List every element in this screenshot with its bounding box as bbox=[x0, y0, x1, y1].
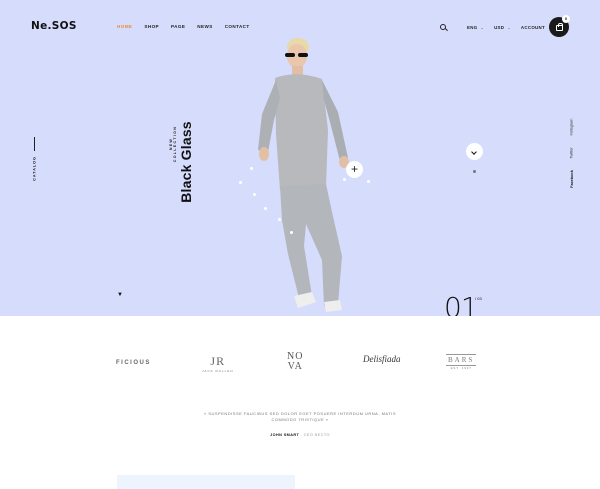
brand-script-logo[interactable]: Delisfiada bbox=[363, 354, 401, 364]
chevron-down-icon: ⌄ bbox=[507, 24, 511, 30]
currency-value: USD bbox=[494, 24, 505, 30]
catalog-divider bbox=[34, 137, 35, 151]
cart-count-badge: 0 bbox=[562, 15, 570, 23]
nav-shop[interactable]: SHOP bbox=[144, 24, 159, 29]
brand-nova-bottom: VA bbox=[287, 361, 303, 372]
testimonial-quote: « SUSPENDISSE FAUCIBUS SED DOLOR EGET PO… bbox=[204, 411, 396, 422]
nav-home[interactable]: HOME bbox=[117, 24, 132, 29]
sparkle-dot bbox=[253, 193, 256, 196]
brand-bars-logo[interactable]: BARS EST. 1997 bbox=[446, 354, 477, 370]
brand-nova-logo[interactable]: NO VA bbox=[287, 352, 303, 372]
slide-total: / 03 bbox=[475, 296, 482, 301]
shopping-bag-icon bbox=[555, 22, 563, 31]
sparkle-dot bbox=[278, 218, 281, 221]
header-tools: ENG ⌄ USD ⌄ ACCOUNT ⌄ bbox=[440, 24, 562, 30]
main-nav: HOME SHOP PAGE NEWS CONTACT bbox=[117, 24, 250, 29]
currency-dropdown[interactable]: USD ⌄ bbox=[494, 25, 511, 30]
sparkle-dot bbox=[250, 167, 253, 170]
sparkle-dot bbox=[367, 180, 370, 183]
account-label: ACCOUNT bbox=[520, 24, 545, 30]
brand-bars-mark: BARS bbox=[446, 354, 477, 366]
hero-title: Black Glass bbox=[178, 121, 194, 203]
sparkle-dot bbox=[264, 207, 267, 210]
brand-jr-name: JACK ROLLEN bbox=[202, 369, 234, 373]
sparkle-dot bbox=[290, 231, 293, 234]
brand-jr-mark: JR bbox=[210, 354, 226, 368]
nav-contact[interactable]: CONTACT bbox=[225, 24, 250, 29]
logo[interactable]: Ne.SOS bbox=[31, 20, 77, 32]
language-dropdown[interactable]: ENG ⌄ bbox=[467, 25, 484, 30]
social-twitter[interactable]: Twitter bbox=[570, 147, 574, 158]
promo-band bbox=[117, 475, 295, 489]
account-dropdown[interactable]: ACCOUNT ⌄ bbox=[521, 25, 552, 30]
slide-number: 01 bbox=[444, 291, 479, 317]
search-icon[interactable] bbox=[440, 24, 446, 30]
social-facebook[interactable]: Facebook bbox=[570, 170, 574, 188]
sparkle-dot bbox=[239, 181, 242, 184]
hero-banner: Ne.SOS HOME SHOP PAGE NEWS CONTACT ENG ⌄… bbox=[0, 0, 600, 316]
author-role: - CEO NECTO bbox=[300, 433, 330, 437]
chevron-down-icon: ⌄ bbox=[480, 24, 485, 30]
scroll-down-icon[interactable]: ▼ bbox=[117, 292, 123, 298]
author-name: JOHN SMART bbox=[270, 433, 300, 437]
brand-logos: FICIOUS JR JACK ROLLEN NO VA Delisfiada … bbox=[0, 345, 600, 385]
testimonial-author: JOHN SMART - CEO NECTO bbox=[200, 433, 400, 437]
social-links: Instagram Twitter Facebook bbox=[563, 119, 581, 188]
catalog-link[interactable]: CATALOG bbox=[32, 156, 37, 182]
slider-indicator[interactable] bbox=[473, 170, 476, 173]
hero-eyebrow: NEW COLLECTION bbox=[169, 125, 177, 163]
brand-ficious-logo[interactable]: FICIOUS bbox=[116, 360, 151, 366]
cart-button[interactable]: 0 bbox=[549, 15, 570, 37]
brand-jr-logo[interactable]: JR JACK ROLLEN bbox=[202, 354, 234, 373]
brand-bars-est: EST. 1997 bbox=[450, 366, 472, 370]
sparkle-dot bbox=[343, 178, 346, 181]
social-instagram[interactable]: Instagram bbox=[570, 119, 574, 136]
language-value: ENG bbox=[467, 24, 478, 30]
product-hotspot-plus-icon[interactable]: + bbox=[346, 161, 363, 178]
nav-page[interactable]: PAGE bbox=[171, 24, 185, 29]
nav-news[interactable]: NEWS bbox=[197, 24, 212, 29]
slider-next-button[interactable] bbox=[466, 143, 483, 160]
